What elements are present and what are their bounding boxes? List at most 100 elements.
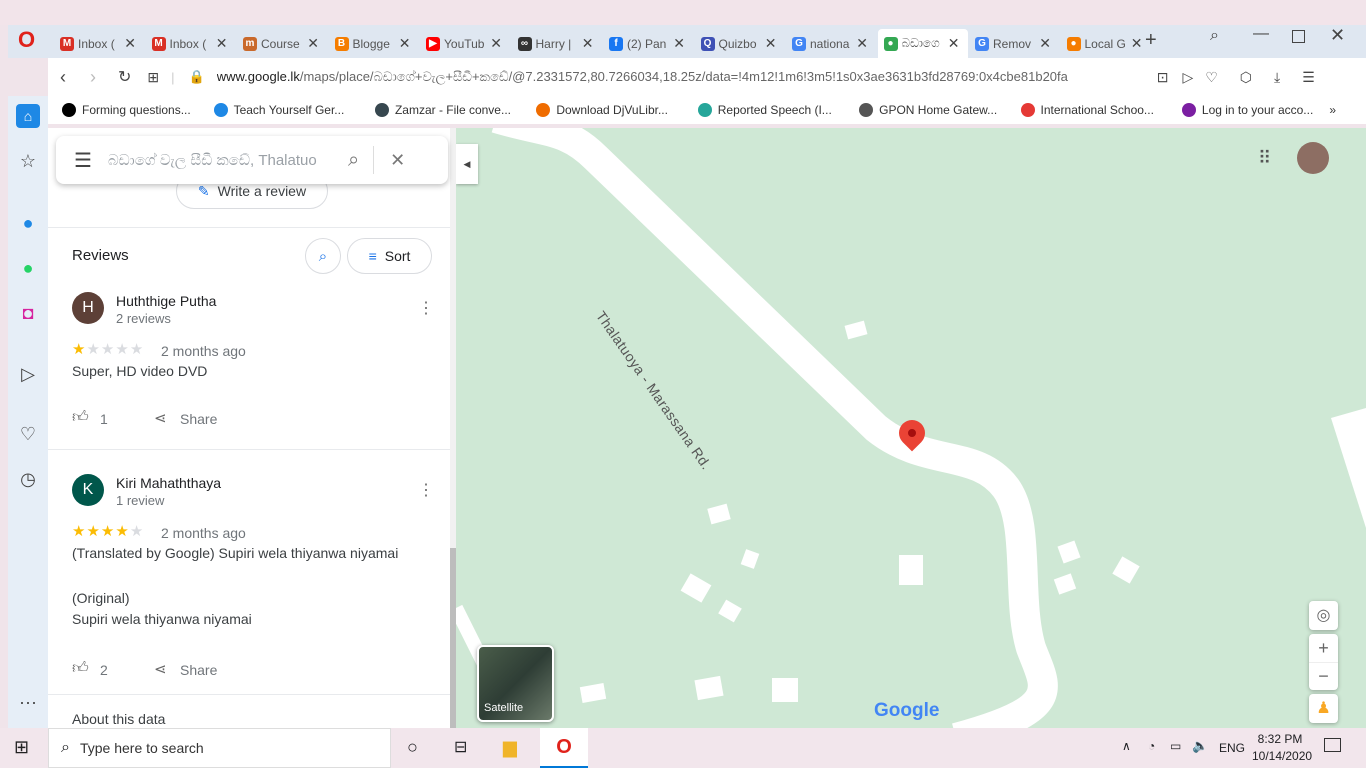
opera-taskbar-icon[interactable]: O	[540, 728, 588, 768]
task-view-icon[interactable]: ○	[407, 737, 418, 758]
back-button[interactable]: ‹	[60, 67, 66, 88]
bookmark[interactable]: GPON Home Gatew...	[859, 103, 1006, 117]
close-tab-icon[interactable]: ✕	[399, 35, 411, 52]
history-icon[interactable]: ◷	[16, 467, 40, 491]
forward-button[interactable]: ›	[90, 67, 96, 88]
search-input[interactable]: බඩාගේ වැල සීඩී කඩේ, Thalatuo	[108, 152, 338, 169]
taskbar-search[interactable]: ⌕ Type here to search	[48, 728, 391, 768]
tab[interactable]: ∞ Harry | ✕	[512, 29, 602, 58]
collapse-panel-button[interactable]: ◀	[456, 144, 478, 184]
zoom-in-button[interactable]: +	[1309, 634, 1338, 662]
apps-grid-icon[interactable]: ⠿	[1258, 148, 1271, 169]
bookmark[interactable]: Log in to your acco...	[1181, 103, 1329, 117]
reload-button[interactable]: ↻	[118, 67, 131, 87]
3d-box-icon[interactable]: ⬡	[1240, 69, 1252, 86]
tab[interactable]: ● Local G ✕	[1061, 29, 1151, 58]
search-tabs-icon[interactable]: ⌕	[1210, 27, 1219, 45]
tab[interactable]: M Inbox (✕	[146, 29, 236, 58]
avatar[interactable]: H	[72, 292, 104, 324]
battery-icon[interactable]: ▭	[1170, 739, 1181, 753]
avatar[interactable]	[1297, 142, 1329, 174]
notifications-icon[interactable]	[1324, 738, 1341, 752]
pegman-icon[interactable]: ♟	[1309, 694, 1338, 723]
menu-icon[interactable]: ☰	[74, 148, 92, 173]
minimize-button[interactable]: —	[1253, 25, 1269, 43]
bookmark[interactable]: Download DjVuLibr...	[536, 103, 683, 117]
show-hidden-icons[interactable]: ∧	[1122, 739, 1131, 753]
download-icon[interactable]: ⤓	[1274, 69, 1280, 86]
search-reviews-button[interactable]: ⌕	[305, 238, 341, 274]
close-tab-icon[interactable]: ✕	[307, 35, 319, 52]
close-tab-icon[interactable]: ✕	[765, 35, 777, 52]
close-tab-icon[interactable]: ✕	[673, 35, 685, 52]
tab[interactable]: m Course ✕	[237, 29, 327, 58]
close-tab-icon[interactable]: ✕	[856, 35, 868, 52]
task-view-timeline-icon[interactable]: ⊟	[454, 737, 467, 757]
tab[interactable]: G Remov ✕	[969, 29, 1059, 58]
share-icon[interactable]: ⋖	[154, 409, 167, 427]
close-window-button[interactable]: ✕	[1330, 25, 1345, 46]
reviewer-name[interactable]: Kiri Mahaththaya	[116, 475, 221, 491]
tab[interactable]: Q Quizbo ✕	[695, 29, 785, 58]
lock-icon[interactable]: 🔒	[189, 69, 205, 85]
instagram-icon[interactable]: ◘	[16, 301, 40, 325]
clear-search-icon[interactable]: ✕	[390, 150, 405, 171]
more-bookmarks-button[interactable]: »	[1329, 103, 1336, 117]
like-button[interactable]: 👍︎	[72, 408, 89, 427]
close-tab-icon[interactable]: ✕	[490, 35, 502, 52]
close-tab-icon[interactable]: ✕	[948, 35, 960, 52]
close-tab-icon[interactable]: ✕	[1039, 35, 1051, 52]
close-tab-icon[interactable]: ✕	[582, 35, 594, 52]
opera-logo-icon[interactable]: O	[18, 27, 35, 53]
share-button[interactable]: Share	[180, 662, 217, 678]
snapshot-icon[interactable]: ⊡	[1157, 69, 1169, 86]
tab[interactable]: ▶ YouTub ✕	[420, 29, 510, 58]
my-location-button[interactable]: ◎	[1309, 601, 1338, 630]
language-indicator[interactable]: ENG	[1219, 741, 1245, 755]
zoom-out-button[interactable]: −	[1309, 662, 1338, 690]
volume-icon[interactable]: 🔈	[1192, 738, 1208, 754]
reviewer-name[interactable]: Huththige Putha	[116, 293, 216, 309]
bookmark[interactable]: Zamzar - File conve...	[374, 103, 522, 117]
send-icon[interactable]: ▷	[16, 362, 40, 386]
close-tab-icon[interactable]: ✕	[216, 35, 228, 52]
more-options-icon[interactable]: ⋮	[418, 480, 434, 500]
maximize-button[interactable]	[1292, 30, 1305, 43]
heart-icon[interactable]: ♡	[1205, 69, 1218, 86]
satellite-layer-button[interactable]: Satellite	[477, 645, 554, 722]
url-field[interactable]: www.google.lk/maps/place/බඩාගේ+වැල+සීඩී+…	[217, 69, 1147, 85]
file-explorer-icon[interactable]: ▆	[503, 737, 517, 758]
tab[interactable]: M Inbox (✕	[54, 29, 144, 58]
close-tab-icon[interactable]: ✕	[1131, 35, 1143, 52]
tab[interactable]: f (2) Pan ✕	[603, 29, 693, 58]
easy-setup-icon[interactable]: ☰	[1302, 69, 1315, 86]
tab[interactable]: B Blogge ✕	[329, 29, 419, 58]
bookmark[interactable]: International Schoo...	[1020, 103, 1168, 117]
bookmark[interactable]: Reported Speech (I...	[697, 103, 845, 117]
close-tab-icon[interactable]: ✕	[124, 35, 136, 52]
map-canvas[interactable]: Thalatuoya - Marassana Rd. ◀ ⠿ Satellite…	[456, 128, 1366, 728]
search-icon[interactable]: ⌕	[348, 149, 359, 172]
windows-start-icon[interactable]: ⊞	[14, 737, 29, 758]
heart-icon[interactable]: ♡	[16, 422, 40, 446]
bookmark[interactable]: Forming questions...	[62, 103, 200, 117]
send-icon[interactable]: ▷	[1182, 69, 1193, 86]
about-data-link[interactable]: About this data	[72, 711, 165, 727]
more-options-icon[interactable]: ⋮	[418, 298, 434, 318]
home-icon[interactable]: ⌂	[16, 104, 40, 128]
wifi-icon[interactable]: ◔	[1148, 739, 1155, 753]
tab[interactable]: ● බඩාගෙ ✕	[877, 29, 968, 58]
more-icon[interactable]: ···	[16, 690, 40, 714]
messenger-icon[interactable]: ●	[16, 211, 40, 235]
star-icon[interactable]: ☆	[16, 149, 40, 173]
new-tab-button[interactable]: +	[1145, 29, 1157, 52]
share-button[interactable]: Share	[180, 411, 217, 427]
bookmark[interactable]: Teach Yourself Ger...	[213, 103, 361, 117]
tab[interactable]: Gnationa ✕	[786, 29, 876, 58]
clock[interactable]: 8:32 PM 10/14/2020	[1252, 732, 1312, 763]
avatar[interactable]: K	[72, 474, 104, 506]
sort-button[interactable]: ≡ Sort	[347, 238, 432, 274]
tabs-grid-icon[interactable]: ⊞	[147, 69, 159, 86]
whatsapp-icon[interactable]: ●	[16, 256, 40, 280]
like-button[interactable]: 👍︎	[72, 659, 89, 678]
